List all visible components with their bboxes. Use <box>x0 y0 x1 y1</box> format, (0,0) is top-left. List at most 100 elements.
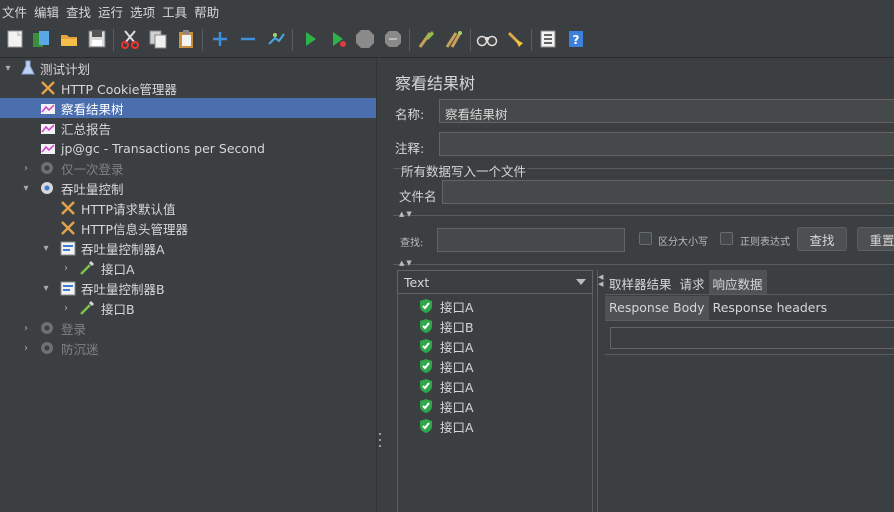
tree-item-header-manager[interactable]: HTTP信息头管理器 <box>0 218 376 238</box>
menu-help[interactable]: 帮助 <box>194 2 224 21</box>
reset-button[interactable]: 重置 <box>857 227 894 251</box>
tree-item-label: 吞吐量控制 <box>61 181 124 197</box>
tree-item-api-a[interactable]: › 接口A <box>0 258 376 278</box>
listener-graph-icon <box>39 139 57 157</box>
expanded-caret-icon[interactable]: ▾ <box>41 283 51 294</box>
function-helper-icon[interactable] <box>537 28 559 50</box>
gear-icon <box>38 319 56 337</box>
find-button[interactable]: 查找 <box>797 227 847 251</box>
tree-item-label: 登录 <box>61 321 87 337</box>
tree-item-http-defaults[interactable]: HTTP请求默认值 <box>0 198 376 218</box>
collapsed-caret-icon[interactable]: › <box>21 343 31 354</box>
collapsed-caret-icon[interactable]: › <box>21 323 31 334</box>
tab-response-headers[interactable]: Response headers <box>709 296 832 320</box>
filename-field[interactable] <box>442 180 894 204</box>
response-body-search-field[interactable] <box>610 327 894 349</box>
reset-search-icon[interactable] <box>504 28 526 50</box>
collapsed-caret-icon[interactable]: › <box>61 303 71 314</box>
case-sensitive-checkbox[interactable] <box>639 232 652 245</box>
tree-item-anti-addiction[interactable]: › 防沉迷 <box>0 338 376 358</box>
stop-icon[interactable] <box>354 28 376 50</box>
templates-icon[interactable] <box>30 28 52 50</box>
cut-icon[interactable] <box>119 28 141 50</box>
success-shield-icon <box>420 319 432 333</box>
clear-all-icon[interactable] <box>443 28 465 50</box>
expanded-caret-icon[interactable]: ▾ <box>41 243 51 254</box>
tab-scroll-arrows-icon[interactable]: ◀ ◀ <box>598 274 603 288</box>
result-item[interactable]: 接口A <box>418 396 474 416</box>
tree-item-summary-report[interactable]: 汇总报告 <box>0 118 376 138</box>
file-group-label: 所有数据写入一个文件 <box>401 164 527 179</box>
result-item[interactable]: 接口B <box>418 316 474 336</box>
result-label: 接口A <box>440 399 474 415</box>
result-item[interactable]: 接口A <box>418 296 474 316</box>
tree-item-throughput-controller-a[interactable]: ▾ 吞吐量控制器A <box>0 238 376 258</box>
shutdown-icon[interactable] <box>382 28 404 50</box>
clear-icon[interactable] <box>415 28 437 50</box>
collapse-icon[interactable] <box>237 28 259 50</box>
menu-tools[interactable]: 工具 <box>162 2 192 21</box>
new-icon[interactable] <box>4 28 26 50</box>
result-item[interactable]: 接口A <box>418 356 474 376</box>
result-item[interactable]: 接口A <box>418 376 474 396</box>
success-shield-icon <box>420 359 432 373</box>
tree-item-label: 接口B <box>101 301 135 317</box>
copy-icon[interactable] <box>147 28 169 50</box>
save-icon[interactable] <box>86 28 108 50</box>
controller-icon <box>59 239 77 257</box>
collapsed-caret-icon[interactable]: › <box>61 263 71 274</box>
tree-item-throughput-control[interactable]: ▾ 吞吐量控制 <box>0 178 376 198</box>
divider <box>393 264 894 265</box>
search-icon[interactable] <box>476 28 498 50</box>
comment-label: 注释: <box>395 141 425 156</box>
result-label: 接口A <box>440 359 474 375</box>
tree-item-label: 防沉迷 <box>61 341 99 357</box>
tree-item-login[interactable]: › 登录 <box>0 318 376 338</box>
help-icon[interactable]: ? <box>565 28 587 50</box>
tree-item-label: 接口A <box>101 261 135 277</box>
collapse-arrows-icon[interactable]: ▲▼ <box>399 259 414 267</box>
tree-item-transactions-per-second[interactable]: jp@gc - Transactions per Second <box>0 138 376 158</box>
regex-checkbox[interactable] <box>720 232 733 245</box>
result-item[interactable]: 接口A <box>418 336 474 356</box>
menu-file[interactable]: 文件 <box>2 2 32 21</box>
success-shield-icon <box>420 339 432 353</box>
tab-response-data[interactable]: 响应数据 <box>708 270 767 294</box>
tab-request[interactable]: 请求 <box>676 270 709 294</box>
tree-item-label: HTTP请求默认值 <box>81 201 176 217</box>
result-label: 接口A <box>440 339 474 355</box>
tree-item-label: 汇总报告 <box>61 121 112 137</box>
tab-sampler-result[interactable]: 取样器结果 <box>605 270 676 294</box>
tree-item-throughput-controller-b[interactable]: ▾ 吞吐量控制器B <box>0 278 376 298</box>
expand-icon[interactable] <box>209 28 231 50</box>
menu-options[interactable]: 选项 <box>130 2 160 21</box>
split-grip-icon[interactable] <box>378 433 382 447</box>
menu-edit[interactable]: 编辑 <box>34 2 64 21</box>
expanded-caret-icon[interactable]: ▾ <box>21 183 31 194</box>
toolbar-separator <box>202 29 203 51</box>
comment-field[interactable] <box>439 132 894 156</box>
toggle-icon[interactable] <box>265 28 287 50</box>
collapse-arrows-icon[interactable]: ▲▼ <box>399 210 414 218</box>
search-input[interactable] <box>437 228 625 252</box>
menu-run[interactable]: 运行 <box>98 2 128 21</box>
open-icon[interactable] <box>58 28 80 50</box>
tree-item-cookie-manager[interactable]: HTTP Cookie管理器 <box>0 78 376 98</box>
name-field[interactable]: 察看结果树 <box>439 99 894 123</box>
tree-item-api-b[interactable]: › 接口B <box>0 298 376 318</box>
result-item[interactable]: 接口A <box>418 416 474 436</box>
expanded-caret-icon[interactable]: ▾ <box>3 63 13 74</box>
tree-item-login-once[interactable]: › 仅一次登录 <box>0 158 376 178</box>
renderer-select[interactable]: Text <box>397 270 593 294</box>
gear-icon <box>38 339 56 357</box>
tree-item-test-plan[interactable]: ▾ 测试计划 <box>0 58 376 78</box>
paste-icon[interactable] <box>175 28 197 50</box>
start-icon[interactable] <box>299 28 321 50</box>
toolbar-separator <box>292 29 293 51</box>
tab-response-body[interactable]: Response Body <box>605 296 709 320</box>
tree-item-view-results-tree[interactable]: 察看结果树 <box>0 98 376 118</box>
start-no-pause-icon[interactable] <box>327 28 349 50</box>
collapsed-caret-icon[interactable]: › <box>21 163 31 174</box>
success-shield-icon <box>420 399 432 413</box>
menu-search[interactable]: 查找 <box>66 2 96 21</box>
